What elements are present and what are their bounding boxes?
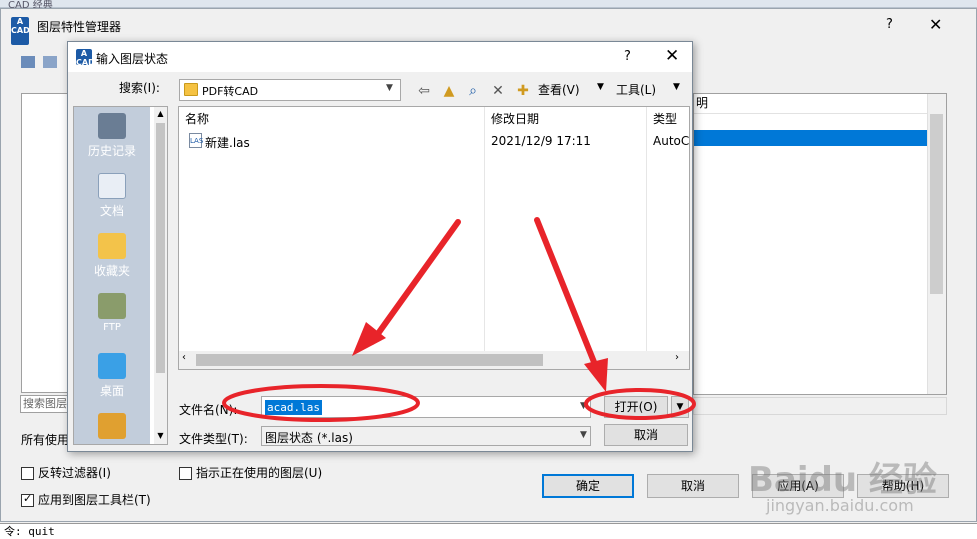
place-more[interactable] bbox=[74, 413, 150, 442]
ok-button[interactable]: 确定 bbox=[542, 474, 634, 498]
invert-filter-option[interactable]: 反转过滤器(I) bbox=[21, 464, 111, 481]
input-layer-state-dialog: A CAD 输入图层状态 ? ✕ 搜索(I): PDF转CAD ▼ ⇦ ▲ ⌕ ✕… bbox=[67, 41, 693, 452]
back-icon[interactable]: ⇦ bbox=[414, 81, 434, 101]
tools-menu[interactable]: 工具(L) bbox=[616, 81, 656, 98]
open-options-icon[interactable]: ▼ bbox=[671, 396, 689, 418]
place-documents[interactable]: 文档 bbox=[74, 173, 150, 219]
column-header-description[interactable]: 明 bbox=[694, 94, 927, 114]
filename-input[interactable]: acad.las ▼ bbox=[261, 396, 591, 418]
column-header-type[interactable]: 类型 bbox=[653, 111, 677, 131]
dialog-close-button[interactable]: ✕ bbox=[665, 46, 679, 66]
view-dropdown-icon[interactable]: ▼ bbox=[597, 82, 604, 92]
hscroll-thumb[interactable] bbox=[196, 354, 543, 366]
file-type: AutoC bbox=[653, 134, 690, 148]
open-button[interactable]: 打开(O) bbox=[604, 396, 668, 418]
scroll-left-icon[interactable]: ‹ bbox=[182, 352, 186, 363]
layer-manager-help-button[interactable]: ? bbox=[886, 17, 893, 32]
search-layer-input[interactable]: 搜索图层 bbox=[20, 395, 70, 413]
places-bar: 历史记录 文档 收藏夹 FTP 桌面 bbox=[74, 107, 150, 444]
invert-filter-checkbox[interactable] bbox=[21, 467, 34, 480]
apply-to-toolbar-option[interactable]: 应用到图层工具栏(T) bbox=[21, 491, 151, 508]
baidu-url: jingyan.baidu.com bbox=[766, 496, 914, 515]
folder-icon bbox=[98, 413, 126, 439]
places-panel: 历史记录 文档 收藏夹 FTP 桌面 ▲ ▼ bbox=[73, 106, 168, 445]
indicate-in-use-checkbox[interactable] bbox=[179, 467, 192, 480]
sort-ascending-icon: ⌃ bbox=[331, 106, 339, 113]
tools-dropdown-icon[interactable]: ▼ bbox=[673, 82, 680, 92]
cancel-button[interactable]: 取消 bbox=[647, 474, 739, 498]
indicate-in-use-option[interactable]: 指示正在使用的图层(U) bbox=[179, 464, 322, 481]
chevron-down-icon[interactable]: ▼ bbox=[580, 401, 587, 411]
layer-manager-title: 图层特性管理器 bbox=[37, 20, 122, 34]
filetype-label: 文件类型(T): bbox=[179, 432, 248, 446]
layer-list[interactable]: 明 bbox=[693, 93, 947, 395]
desktop-icon bbox=[98, 353, 126, 379]
view-menu[interactable]: 查看(V) bbox=[538, 81, 580, 98]
dialog-help-button[interactable]: ? bbox=[624, 49, 631, 64]
place-favorites[interactable]: 收藏夹 bbox=[74, 233, 150, 279]
filename-label: 文件名(N): bbox=[179, 403, 238, 417]
filetype-dropdown[interactable]: 图层状态 (*.las) ▼ bbox=[261, 426, 591, 446]
search-icon[interactable]: ⌕ bbox=[463, 81, 483, 101]
scroll-down-icon[interactable]: ▼ bbox=[154, 431, 167, 440]
all-used-status: 所有使用 bbox=[21, 433, 70, 447]
baidu-logo: Baidu 经验 bbox=[748, 460, 937, 500]
new-folder-icon[interactable]: ✚ bbox=[513, 81, 533, 101]
new-property-filter-icon[interactable] bbox=[21, 56, 35, 68]
look-in-value: PDF转CAD bbox=[202, 85, 259, 98]
scroll-up-icon[interactable]: ▲ bbox=[154, 109, 167, 118]
place-history[interactable]: 历史记录 bbox=[74, 113, 150, 159]
delete-icon[interactable]: ✕ bbox=[488, 81, 508, 101]
place-desktop[interactable]: 桌面 bbox=[74, 353, 150, 399]
command-line[interactable]: 令: quit bbox=[0, 523, 977, 539]
chevron-down-icon[interactable]: ▼ bbox=[580, 430, 587, 440]
file-name: 新建.las bbox=[205, 136, 250, 150]
dialog-cancel-button[interactable]: 取消 bbox=[604, 424, 688, 446]
autocad-app-icon: A CAD bbox=[11, 17, 30, 45]
places-scroll-thumb[interactable] bbox=[156, 123, 165, 373]
history-icon bbox=[98, 113, 126, 139]
file-row[interactable]: LAS 新建.las 2021/12/9 17:11 AutoC bbox=[185, 133, 689, 153]
layer-manager-close-button[interactable]: ✕ bbox=[929, 15, 942, 34]
ftp-icon bbox=[98, 293, 126, 319]
dialog-title: 输入图层状态 bbox=[96, 52, 169, 66]
folder-icon bbox=[184, 83, 198, 96]
layer-tools[interactable] bbox=[21, 56, 61, 72]
baidu-watermark: Baidu 经验 jingyan.baidu.com bbox=[748, 452, 968, 522]
look-in-label: 搜索(I): bbox=[119, 81, 160, 95]
selected-layer-row[interactable] bbox=[694, 130, 927, 146]
look-in-dropdown[interactable]: PDF转CAD ▼ bbox=[179, 79, 401, 101]
apply-to-toolbar-checkbox[interactable] bbox=[21, 492, 34, 507]
filetype-value: 图层状态 (*.las) bbox=[265, 431, 353, 445]
file-date: 2021/12/9 17:11 bbox=[491, 134, 591, 148]
documents-icon bbox=[98, 173, 126, 199]
autocad-toolbar-strip: CAD 经典 bbox=[0, 0, 977, 11]
scroll-right-icon[interactable]: › bbox=[675, 352, 679, 363]
new-group-filter-icon[interactable] bbox=[42, 56, 57, 68]
up-folder-icon[interactable]: ▲ bbox=[439, 81, 459, 101]
layer-list-scroll-thumb[interactable] bbox=[930, 114, 943, 294]
filter-tree[interactable] bbox=[21, 93, 69, 393]
autocad-app-icon: A CAD bbox=[76, 49, 95, 67]
column-header-date[interactable]: 修改日期 bbox=[491, 111, 539, 131]
las-file-icon: LAS bbox=[189, 133, 203, 148]
layer-list-hscrollbar[interactable] bbox=[693, 397, 947, 415]
chevron-down-icon[interactable]: ▼ bbox=[386, 83, 393, 93]
column-header-name[interactable]: 名称 bbox=[185, 111, 209, 131]
file-list-hscrollbar[interactable]: ‹ › bbox=[179, 351, 689, 369]
favorites-icon bbox=[98, 233, 126, 259]
filename-value[interactable]: acad.las bbox=[265, 400, 322, 415]
place-ftp[interactable]: FTP bbox=[74, 293, 150, 333]
file-list[interactable]: ⌃ 名称 修改日期 类型 LAS 新建.las 2021/12/9 17:11 … bbox=[178, 106, 690, 370]
